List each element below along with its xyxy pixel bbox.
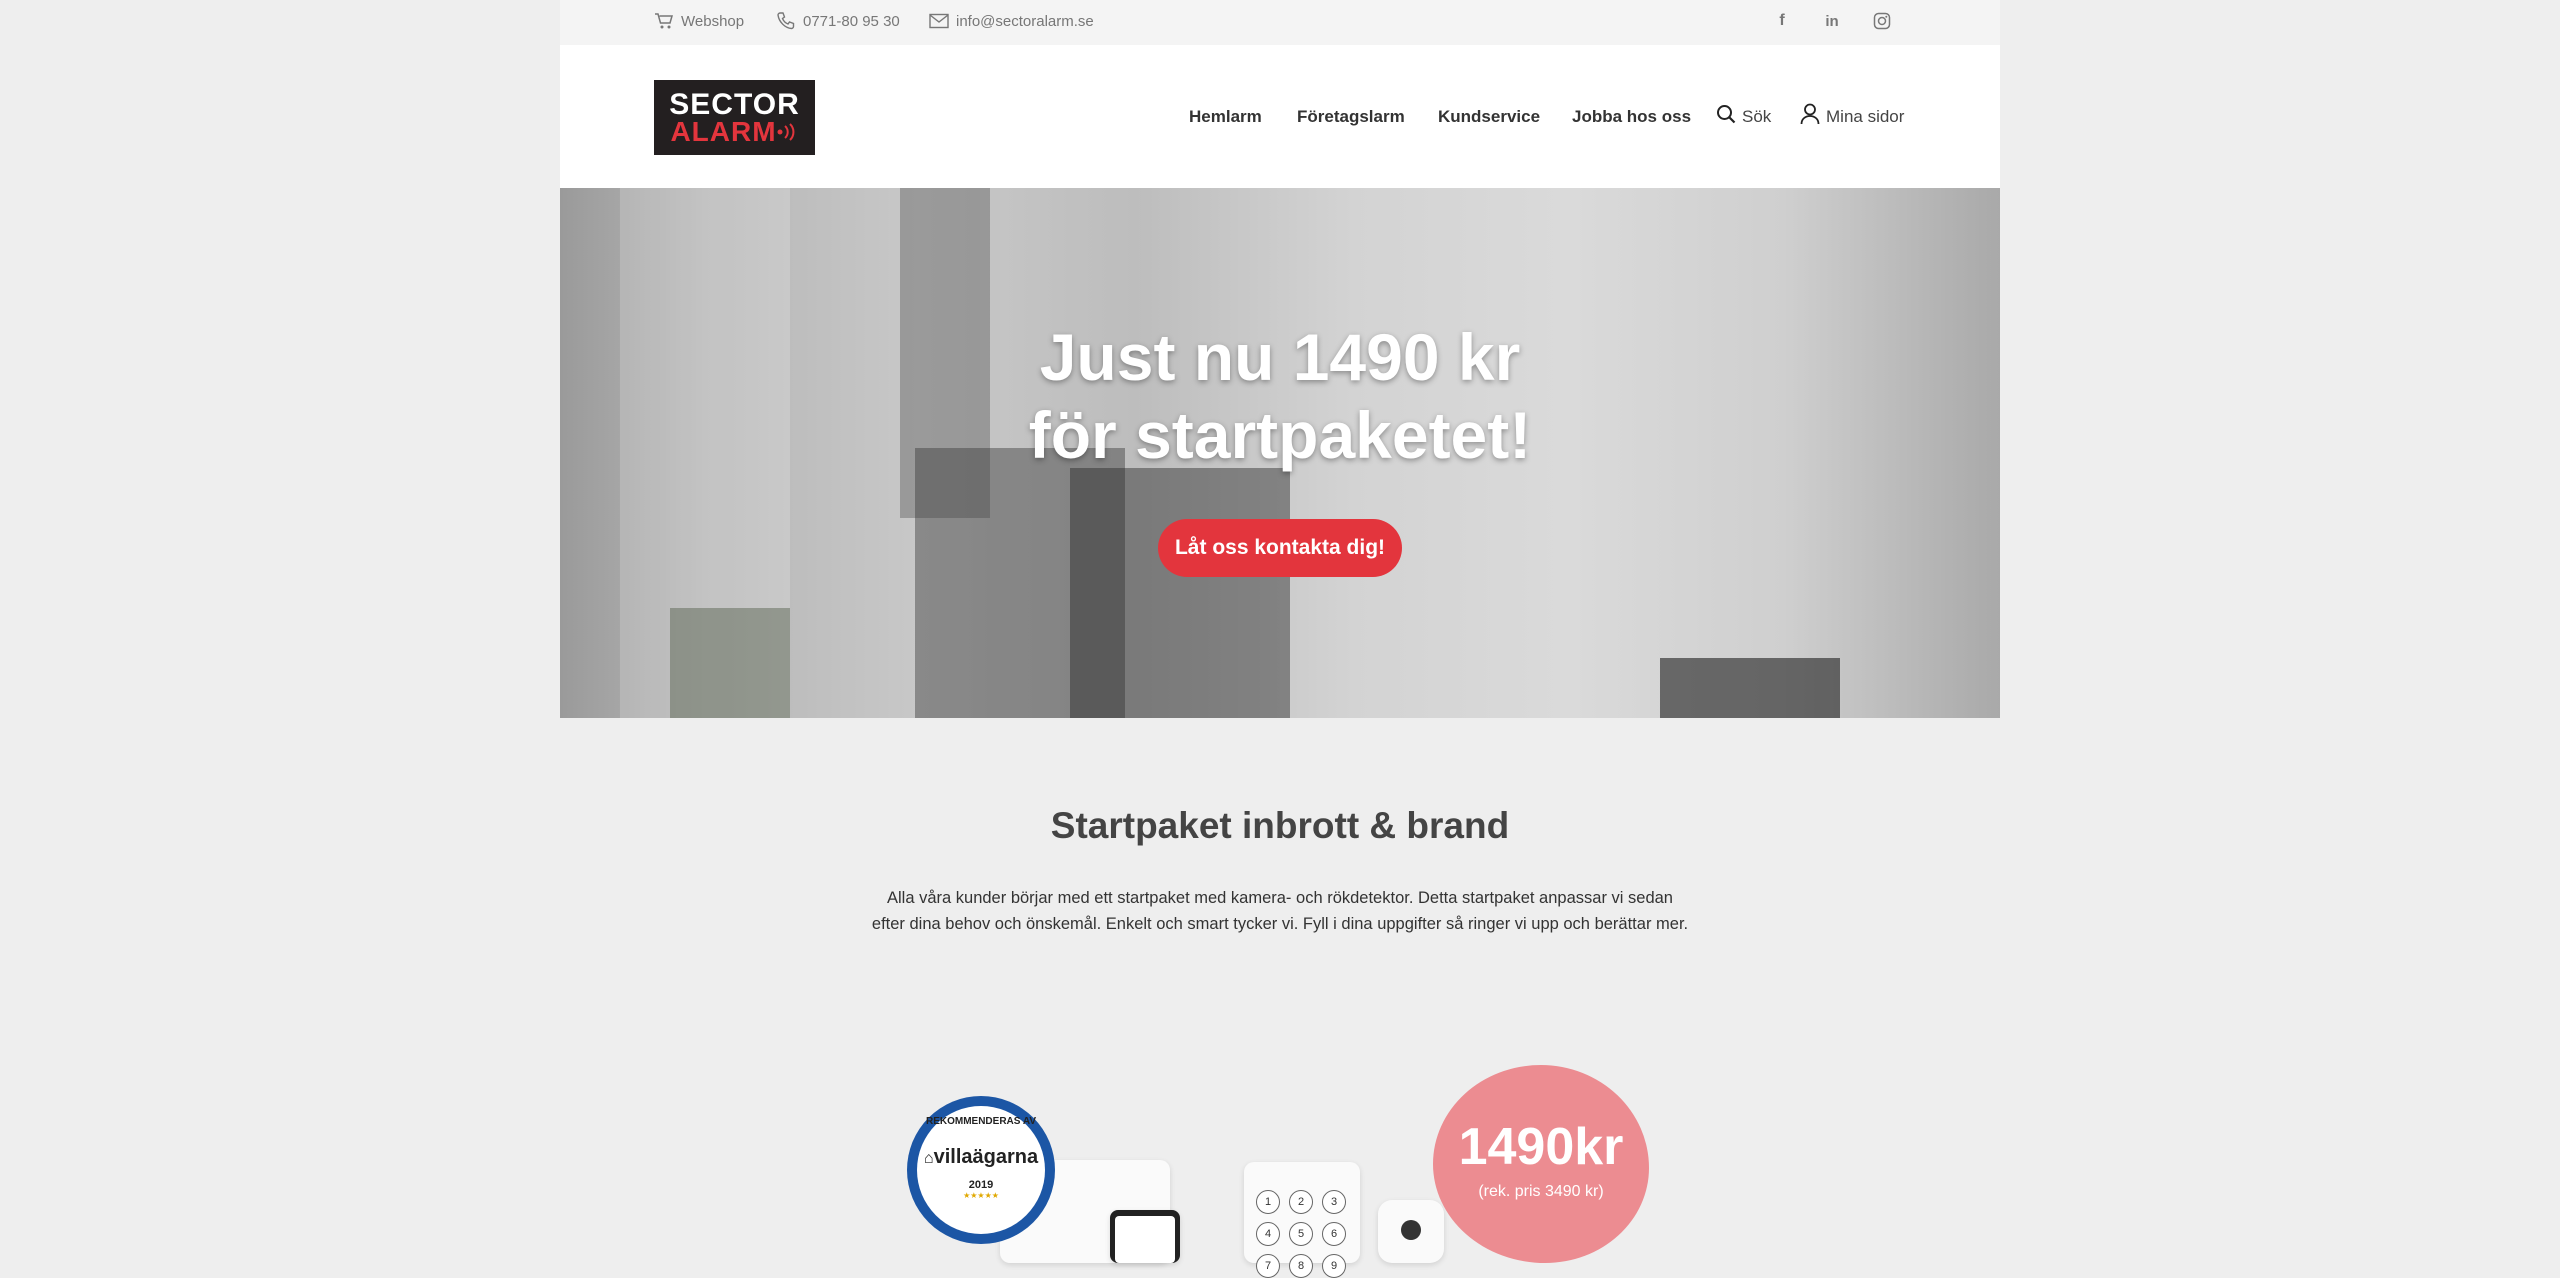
camera-device — [1378, 1200, 1444, 1263]
user-icon — [1800, 103, 1820, 130]
house-icon: ⌂ — [923, 1150, 934, 1167]
keypad-key: 6 — [1322, 1222, 1346, 1246]
instagram-icon[interactable] — [1871, 10, 1893, 32]
hero-title-line2: för startpaketet! — [1028, 398, 1532, 472]
price-amount: 1490kr — [1433, 1120, 1649, 1174]
hero-title-line1: Just nu 1490 kr — [1039, 320, 1521, 394]
top-utility-bar: Webshop 0771-80 95 30 info@sectoralarm.s… — [560, 0, 2000, 45]
page: Webshop 0771-80 95 30 info@sectoralarm.s… — [560, 0, 2000, 1278]
badge-brand-text: villaägarna — [933, 1146, 1039, 1168]
hero-basket — [1660, 658, 1840, 718]
keypad-key: 3 — [1322, 1190, 1346, 1214]
badge-top-text: REKOMMENDERAS AV — [925, 1116, 1036, 1127]
email-address: info@sectoralarm.se — [956, 12, 1094, 30]
hero-banner: Just nu 1490 kr för startpaketet! Låt os… — [560, 188, 2000, 718]
villaagarna-badge: REKOMMENDERAS AV ⌂villaägarna 2019 ★★★★★ — [907, 1096, 1055, 1244]
signal-icon — [777, 122, 794, 141]
logo-line1: SECTOR — [669, 87, 800, 121]
keypad-key: 1 — [1256, 1190, 1280, 1214]
keypad-key: 2 — [1289, 1190, 1313, 1214]
phone-link[interactable]: 0771-80 95 30 — [776, 0, 900, 42]
sector-alarm-logo[interactable]: SECTOR ALARM — [654, 80, 815, 155]
logo-line2: ALARM — [670, 115, 798, 147]
email-link[interactable]: info@sectoralarm.se — [929, 0, 1094, 42]
price-value: 1490 — [1458, 1118, 1575, 1176]
hero-plant — [670, 608, 790, 718]
section-intro: Alla våra kunder börjar med ett startpak… — [850, 885, 1710, 937]
nav-hemlarm[interactable]: Hemlarm — [1189, 45, 1262, 188]
linkedin-icon[interactable]: in — [1821, 10, 1843, 32]
price-currency: kr — [1574, 1118, 1624, 1176]
keypad-key: 8 — [1289, 1254, 1313, 1278]
account-label: Mina sidor — [1826, 106, 1905, 126]
intro-line1: Alla våra kunder börjar med ett startpak… — [887, 889, 1673, 907]
phone-device — [1110, 1210, 1180, 1263]
phone-number: 0771-80 95 30 — [803, 12, 900, 30]
keypad-key: 9 — [1322, 1254, 1346, 1278]
search-icon — [1716, 104, 1736, 129]
account-button[interactable]: Mina sidor — [1800, 45, 1904, 188]
mail-icon — [929, 13, 949, 29]
intro-line2: efter dina behov och önskemål. Enkelt oc… — [871, 915, 1689, 933]
keypad-key: 4 — [1256, 1222, 1280, 1246]
hero-title: Just nu 1490 kr för startpaketet! — [560, 318, 2000, 474]
hero-girl-right — [1070, 468, 1290, 718]
phone-icon — [776, 11, 796, 31]
nav-foretagslarm[interactable]: Företagslarm — [1297, 45, 1405, 188]
stars-icon: ★★★★★ — [963, 1191, 999, 1200]
contact-me-button[interactable]: Låt oss kontakta dig! — [1158, 519, 1402, 577]
keypad-device: 1 2 3 4 5 6 7 8 9 — [1244, 1162, 1360, 1278]
webshop-link[interactable]: Webshop — [654, 0, 744, 42]
main-header: SECTOR ALARM Hemlarm Företagslarm Kundse… — [560, 45, 2000, 188]
nav-kundservice[interactable]: Kundservice — [1438, 45, 1540, 188]
search-label: Sök — [1742, 106, 1772, 126]
cart-icon — [654, 12, 674, 30]
camera-lens-icon — [1401, 1220, 1421, 1240]
badge-inner: REKOMMENDERAS AV ⌂villaägarna 2019 ★★★★★ — [917, 1106, 1045, 1234]
badge-year: 2019 — [968, 1179, 994, 1191]
webshop-label: Webshop — [681, 12, 745, 30]
badge-brand: ⌂villaägarna — [924, 1146, 1038, 1169]
section-heading: Startpaket inbrott & brand — [1050, 805, 1510, 846]
keypad-key: 5 — [1289, 1222, 1313, 1246]
facebook-icon[interactable]: f — [1771, 10, 1793, 32]
phone-screen — [1115, 1216, 1175, 1263]
keypad-key: 7 — [1256, 1254, 1280, 1278]
nav-jobba-hos-oss[interactable]: Jobba hos oss — [1572, 45, 1691, 188]
logo-line2-text: ALARM — [670, 115, 777, 147]
search-button[interactable]: Sök — [1716, 45, 1771, 188]
price-note: (rek. pris 3490 kr) — [1478, 1183, 1604, 1200]
